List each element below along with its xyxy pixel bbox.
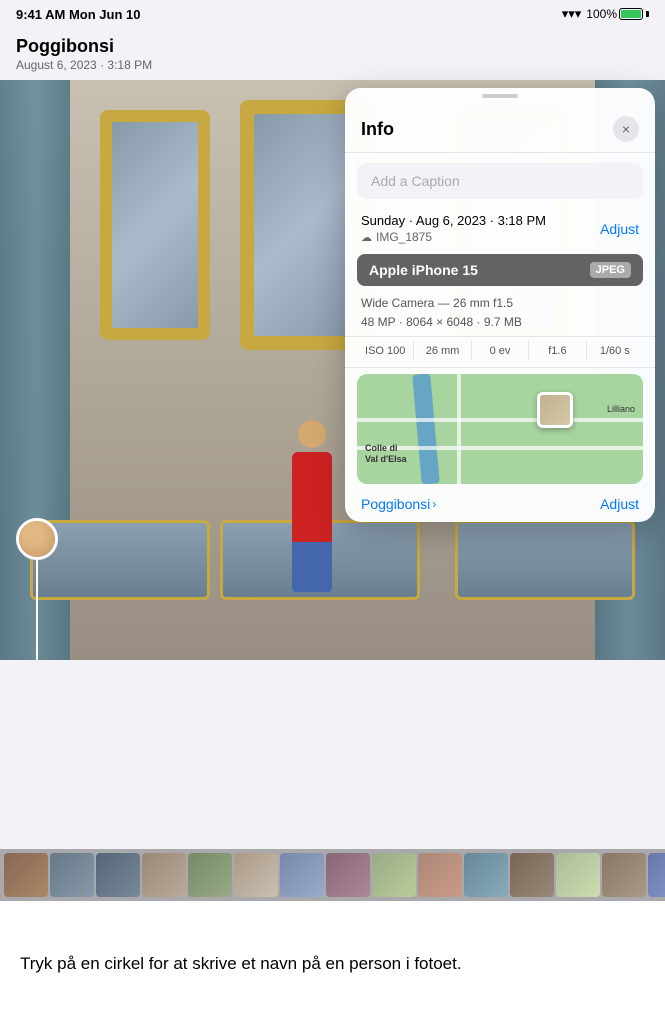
- person-body: [292, 452, 332, 542]
- filmstrip-thumb-4[interactable]: [142, 853, 186, 897]
- photo-subtitle: August 6, 2023 · 3:18 PM: [16, 58, 152, 72]
- photo-header: Poggibonsi August 6, 2023 · 3:18 PM: [0, 28, 665, 80]
- person-legs: [292, 542, 332, 592]
- face-circle[interactable]: [16, 518, 58, 560]
- info-date-text: Sunday · Aug 6, 2023 · 3:18 PM ☁ IMG_187…: [361, 213, 546, 244]
- filmstrip-thumb-7[interactable]: [280, 853, 324, 897]
- camera-specs: Wide Camera — 26 mm f1.5 48 MP · 8064 × …: [345, 290, 655, 336]
- map-road-h1: [357, 418, 643, 422]
- bottom-caption: Tryk på en cirkel for at skrive et navn …: [0, 911, 665, 1021]
- status-icons: ▾▾▾ 100%: [562, 6, 649, 22]
- info-close-button[interactable]: ×: [613, 116, 639, 142]
- format-badge: JPEG: [590, 262, 631, 278]
- exif-aperture: f1.6: [529, 341, 586, 361]
- person-subject: [282, 420, 342, 560]
- filmstrip-thumb-2[interactable]: [50, 853, 94, 897]
- close-icon: ×: [622, 121, 630, 137]
- exif-ev: 0 ev: [472, 341, 529, 361]
- battery-tip: [646, 11, 649, 17]
- filmstrip-thumb-11[interactable]: [464, 853, 508, 897]
- filmstrip[interactable]: [0, 849, 665, 901]
- bottom-caption-area: Tryk på en cirkel for at skrive et navn …: [0, 901, 665, 1021]
- battery-icon: [619, 8, 643, 20]
- filmstrip-thumb-3[interactable]: [96, 853, 140, 897]
- camera-spec-line2: 48 MP · 8064 × 6048 · 9.7 MB: [361, 313, 639, 332]
- filmstrip-thumb-15[interactable]: [648, 853, 665, 897]
- cloud-icon: ☁: [361, 231, 372, 244]
- exif-focal: 26 mm: [414, 341, 471, 361]
- exif-shutter: 1/60 s: [587, 341, 643, 361]
- battery-percent: 100%: [586, 7, 617, 21]
- filmstrip-thumb-14[interactable]: [602, 853, 646, 897]
- drag-indicator: [482, 94, 518, 98]
- map-area[interactable]: Colle diVal d'Elsa Lilliano: [357, 374, 643, 484]
- battery-indicator: 100%: [586, 7, 649, 21]
- info-date-row: Sunday · Aug 6, 2023 · 3:18 PM ☁ IMG_187…: [345, 209, 655, 248]
- filmstrip-thumb-8[interactable]: [326, 853, 370, 897]
- app-wrapper: 9:41 AM Mon Jun 10 ▾▾▾ 100% Poggibonsi A…: [0, 0, 665, 1021]
- device-row: Apple iPhone 15 JPEG: [357, 254, 643, 286]
- status-time: 9:41 AM Mon Jun 10: [16, 7, 140, 22]
- mirror-left: [100, 110, 210, 340]
- map-label-lilliano: Lilliano: [607, 404, 635, 414]
- filmstrip-thumb-13[interactable]: [556, 853, 600, 897]
- wifi-icon: ▾▾▾: [562, 6, 582, 22]
- map-road-v1: [457, 374, 461, 484]
- map-label-colledival: Colle diVal d'Elsa: [365, 443, 407, 465]
- device-name: Apple iPhone 15: [369, 262, 478, 278]
- map-pin: [537, 392, 573, 428]
- filmstrip-thumb-10[interactable]: [418, 853, 462, 897]
- date-adjust-link[interactable]: Adjust: [600, 221, 639, 237]
- chevron-right-icon: ›: [432, 497, 436, 511]
- info-panel: Info × Add a Caption Sunday · Aug 6, 202…: [345, 88, 655, 522]
- location-link[interactable]: Poggibonsi ›: [361, 496, 436, 512]
- exif-iso: ISO 100: [357, 341, 414, 361]
- caption-placeholder: Add a Caption: [371, 173, 460, 189]
- exif-row: ISO 100 26 mm 0 ev f1.6 1/60 s: [345, 336, 655, 368]
- camera-spec-line1: Wide Camera — 26 mm f1.5: [361, 294, 639, 313]
- map-river: [412, 374, 440, 484]
- map-pin-thumbnail: [540, 395, 570, 425]
- map-background: Colle diVal d'Elsa Lilliano: [357, 374, 643, 484]
- photo-filename: ☁ IMG_1875: [361, 230, 546, 244]
- filmstrip-thumb-5[interactable]: [188, 853, 232, 897]
- filmstrip-thumb-12[interactable]: [510, 853, 554, 897]
- caption-field[interactable]: Add a Caption: [357, 163, 643, 199]
- info-panel-header: Info ×: [345, 102, 655, 153]
- bottom-caption-text: Tryk på en cirkel for at skrive et navn …: [20, 952, 462, 976]
- map-location-row: Poggibonsi › Adjust: [345, 490, 655, 522]
- person-head: [298, 420, 326, 448]
- filmstrip-thumb-9[interactable]: [372, 853, 416, 897]
- photo-title-block: Poggibonsi August 6, 2023 · 3:18 PM: [16, 36, 152, 72]
- status-bar: 9:41 AM Mon Jun 10 ▾▾▾ 100%: [0, 0, 665, 28]
- info-panel-title: Info: [361, 119, 394, 140]
- bench-right: [455, 520, 635, 600]
- location-adjust-link[interactable]: Adjust: [600, 496, 639, 512]
- face-line: [36, 560, 38, 660]
- photo-title: Poggibonsi: [16, 36, 152, 58]
- filmstrip-thumb-6[interactable]: [234, 853, 278, 897]
- face-avatar: [19, 521, 55, 557]
- battery-fill: [621, 10, 641, 18]
- photo-date: Sunday · Aug 6, 2023 · 3:18 PM: [361, 213, 546, 228]
- filmstrip-thumb-1[interactable]: [4, 853, 48, 897]
